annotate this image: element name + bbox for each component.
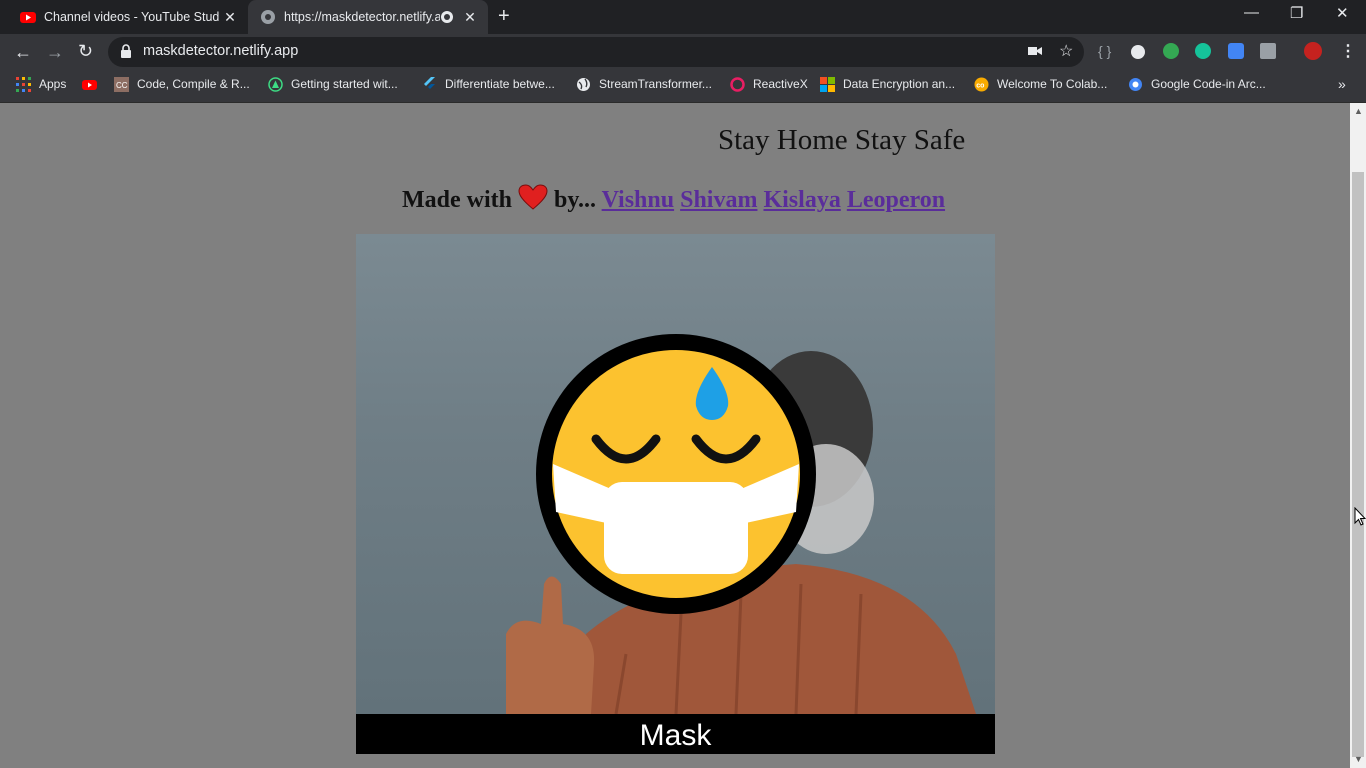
- bookmark-label: Differentiate betwe...: [445, 77, 555, 91]
- tab-title: Channel videos - YouTube Studio: [44, 10, 220, 24]
- youtube-icon: [82, 79, 97, 90]
- made-with-text: Made with: [402, 187, 512, 213]
- lock-icon: [121, 44, 131, 58]
- bookmark-differentiate[interactable]: Differentiate betwe...: [422, 76, 555, 92]
- tab-maskdetector[interactable]: https://maskdetector.netlify.app ✕: [248, 0, 488, 34]
- author-link-leoperon[interactable]: Leoperon: [847, 187, 945, 213]
- surgical-mask: [604, 482, 748, 574]
- webcam-frame: [506, 334, 976, 714]
- close-tab-icon[interactable]: ✕: [220, 9, 240, 26]
- bookmark-label: StreamTransformer...: [599, 77, 712, 91]
- mouse-cursor-icon: [1354, 507, 1366, 526]
- bookmark-getting-started[interactable]: Getting started wit...: [268, 76, 398, 92]
- bookmark-youtube[interactable]: [82, 76, 105, 92]
- bookmark-streamtransformer[interactable]: StreamTransformer...: [576, 76, 712, 92]
- webcam-video: [356, 234, 995, 714]
- bookmark-label: Welcome To Colab...: [997, 77, 1108, 91]
- tab-youtube-studio[interactable]: Channel videos - YouTube Studio ✕: [8, 0, 248, 34]
- new-tab-button[interactable]: +: [498, 5, 510, 28]
- globe-icon: [261, 10, 275, 24]
- bookmark-label: Apps: [39, 77, 67, 91]
- profile-avatar[interactable]: [1304, 42, 1322, 60]
- bookmark-google-code-in[interactable]: Google Code-in Arc...: [1128, 76, 1266, 92]
- bookmark-colab[interactable]: co Welcome To Colab...: [974, 76, 1107, 92]
- colab-icon: co: [974, 77, 989, 91]
- globe-icon: [577, 77, 590, 91]
- bookmark-label: Data Encryption an...: [843, 77, 956, 91]
- credits-line: Made with by... Vishnu Shivam Kislaya Le…: [402, 184, 945, 214]
- youtube-icon: [20, 12, 36, 23]
- back-icon[interactable]: ←: [14, 42, 32, 63]
- bookmark-data-encryption[interactable]: Data Encryption an...: [820, 76, 955, 92]
- extension-h-icon[interactable]: [1260, 43, 1276, 59]
- prediction-label: Mask: [356, 714, 995, 754]
- gci-icon: [1129, 77, 1142, 91]
- author-link-kislaya[interactable]: Kislaya: [763, 187, 840, 213]
- microsoft-icon: [820, 76, 835, 92]
- thumbs-up-hand: [506, 576, 595, 714]
- bookmark-apps[interactable]: Apps: [16, 76, 66, 92]
- svg-text:co: co: [976, 82, 984, 89]
- bookmark-star-icon[interactable]: ☆: [1059, 41, 1073, 61]
- heart-icon: [518, 184, 548, 210]
- bookmark-label: ReactiveX: [753, 77, 808, 91]
- forward-icon[interactable]: →: [46, 42, 64, 63]
- bookmark-code-compile[interactable]: CC Code, Compile & R...: [114, 76, 250, 92]
- close-tab-icon[interactable]: ✕: [460, 9, 480, 26]
- page-title: Stay Home Stay Safe: [718, 124, 966, 156]
- bookmark-label: Code, Compile & R...: [137, 77, 250, 91]
- author-link-shivam[interactable]: Shivam: [680, 187, 757, 213]
- apps-grid-icon: [16, 76, 31, 92]
- window-close-icon[interactable]: ✕: [1336, 4, 1349, 22]
- url-text[interactable]: maskdetector.netlify.app: [143, 43, 298, 59]
- menu-kebab-icon[interactable]: ⋮: [1340, 41, 1356, 61]
- camera-icon[interactable]: [1028, 46, 1042, 56]
- extension-record-icon[interactable]: [1131, 45, 1145, 59]
- author-link-vishnu[interactable]: Vishnu: [602, 187, 675, 213]
- scroll-up-arrow-icon[interactable]: ▲: [1354, 106, 1363, 116]
- scroll-down-arrow-icon[interactable]: ▼: [1354, 754, 1363, 764]
- extension-badge-icon[interactable]: [1228, 43, 1244, 59]
- svg-text:CC: CC: [116, 81, 128, 90]
- extension-bplus-icon[interactable]: [1163, 43, 1179, 59]
- tab-title: https://maskdetector.netlify.app: [284, 10, 440, 24]
- flutter-icon: [424, 76, 435, 89]
- bookmark-reactivex[interactable]: ReactiveX: [730, 76, 808, 92]
- restore-icon[interactable]: ❐: [1290, 4, 1303, 22]
- cc-icon: CC: [114, 76, 129, 92]
- grammarly-icon[interactable]: [1195, 43, 1211, 59]
- by-text: by...: [554, 187, 597, 213]
- bookmark-label: Google Code-in Arc...: [1151, 77, 1266, 91]
- android-icon: [268, 76, 283, 92]
- bookmarks-overflow-icon[interactable]: »: [1338, 76, 1346, 92]
- extension-braces-icon[interactable]: { }: [1098, 43, 1111, 59]
- reactivex-icon: [730, 76, 745, 92]
- recording-indicator-icon: [441, 11, 453, 23]
- reload-icon[interactable]: ↻: [78, 41, 93, 62]
- minimize-icon[interactable]: —: [1244, 4, 1259, 21]
- scrollbar-thumb[interactable]: [1352, 172, 1364, 757]
- bookmark-label: Getting started wit...: [291, 77, 398, 91]
